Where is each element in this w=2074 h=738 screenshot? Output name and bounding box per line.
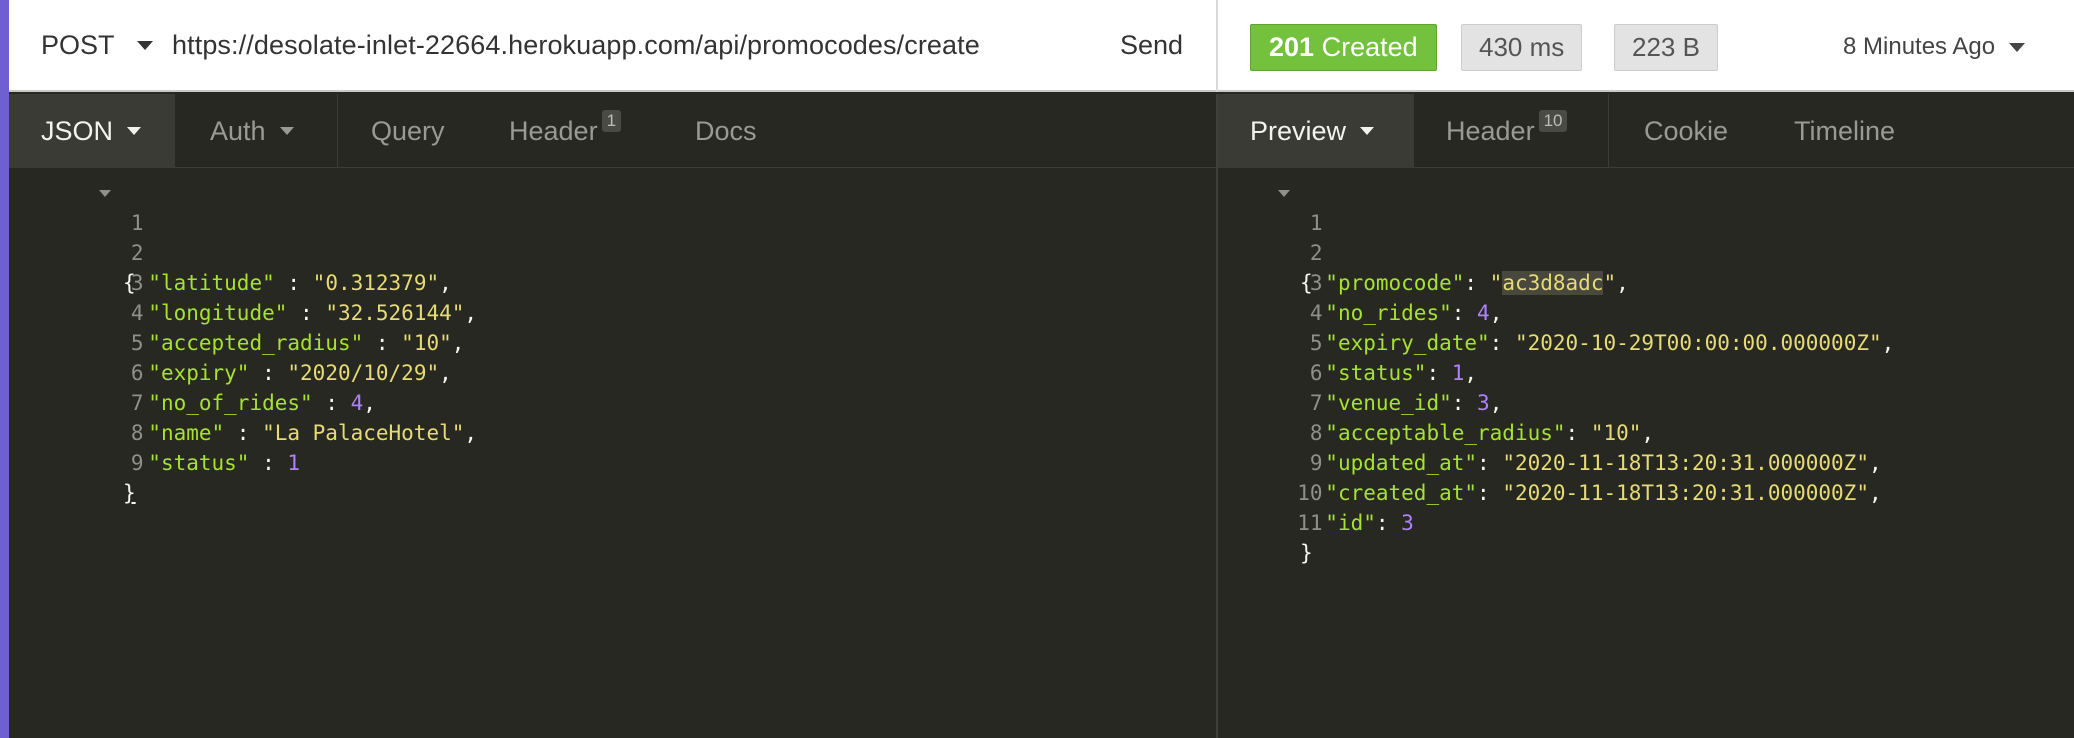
code-line: 7 "acceptable_radius": "10", [1218, 358, 2074, 445]
header-count-badge: 1 [601, 110, 622, 132]
tab-response-header[interactable]: Header 10 [1446, 94, 1568, 168]
tab-docs[interactable]: Docs [695, 94, 757, 168]
tab-label: Cookie [1644, 115, 1729, 146]
tab-label: JSON [41, 115, 114, 146]
method-label: POST [41, 30, 115, 60]
code-line: 8 "updated_at": "2020-11-18T13:20:31.000… [1218, 388, 2074, 475]
code-line: 1 { [1218, 178, 2074, 295]
tab-cookie[interactable]: Cookie [1644, 94, 1728, 168]
code-line: 7 "name" : "La PalaceHotel", [9, 358, 1216, 445]
response-time-badge: 430 ms [1461, 24, 1583, 71]
tab-timeline[interactable]: Timeline [1794, 94, 1895, 168]
chevron-down-icon [127, 127, 142, 135]
window-accent-bar [0, 0, 9, 738]
tab-label: Header [1446, 115, 1535, 146]
request-tab-bar: JSON Auth Query Header 1 Docs [9, 94, 1216, 168]
tab-label: Query [371, 115, 445, 146]
line-number: 9 [130, 451, 144, 475]
code-line: 3 "longitude" : "32.526144", [9, 238, 1216, 325]
tab-header[interactable]: Header 1 [509, 94, 622, 168]
status-text: Created [1321, 32, 1418, 62]
tab-separator [1608, 94, 1609, 168]
response-preview: 1 { 2 "promocode": "ac3d8adc", 3 "no_rid… [1218, 178, 2074, 565]
code-line: 5 "expiry" : "2020/10/29", [9, 298, 1216, 385]
json-value: 3 [1401, 511, 1414, 535]
tab-label: Preview [1250, 115, 1347, 146]
chevron-down-icon [136, 41, 153, 50]
tab-label: Docs [695, 115, 757, 146]
fold-arrow-icon[interactable] [99, 190, 111, 197]
tab-label: Timeline [1794, 115, 1896, 146]
history-label: 8 Minutes Ago [1843, 33, 1996, 60]
json-key: "status" [148, 451, 250, 475]
json-sep: : [249, 451, 288, 475]
fold-arrow-icon[interactable] [1278, 190, 1290, 197]
code-line: 5 "status": 1, [1218, 298, 2074, 385]
send-button[interactable]: Send [1120, 30, 1183, 61]
response-tab-bar: Preview Header 10 Cookie Timeline [1218, 94, 2074, 168]
code-content: "status" : 1 [123, 448, 300, 478]
code-line: 1 { [9, 178, 1216, 295]
tab-label: Auth [210, 115, 266, 146]
code-line: 9 "created_at": "2020-11-18T13:20:31.000… [1218, 418, 2074, 505]
code-line: 8 "status" : 1 [9, 388, 1216, 475]
json-sep: : [1375, 511, 1402, 535]
url-input[interactable]: https://desolate-inlet-22664.herokuapp.c… [172, 30, 980, 61]
top-bar: POST https://desolate-inlet-22664.heroku… [9, 0, 2074, 92]
status-badge: 201 Created [1250, 24, 1437, 71]
status-code: 201 [1269, 32, 1315, 62]
close-brace: } [1300, 541, 1313, 565]
tab-label: Header [509, 115, 598, 146]
pane-divider [1216, 0, 1218, 92]
method-select[interactable]: POST [41, 30, 153, 61]
code-line: 4 "accepted_radius" : "10", [9, 268, 1216, 355]
json-value: 1 [287, 451, 301, 475]
tab-auth[interactable]: Auth [210, 94, 294, 168]
code-line: 10 "id": 3 [1218, 448, 2074, 535]
code-line: 6 "venue_id": 3, [1218, 328, 2074, 415]
code-line: 9 } [9, 418, 1216, 505]
tab-json[interactable]: JSON [9, 94, 175, 168]
json-key: "id" [1325, 511, 1376, 535]
chevron-down-icon [1360, 127, 1375, 135]
code-line: 2 "latitude" : "0.312379", [9, 208, 1216, 295]
history-dropdown[interactable]: 8 Minutes Ago [1843, 33, 2026, 61]
chevron-down-icon [2009, 42, 2026, 52]
code-line: 4 "expiry_date": "2020-10-29T00:00:00.00… [1218, 268, 2074, 355]
tab-preview[interactable]: Preview [1218, 94, 1414, 168]
code-line: 3 "no_rides": 4, [1218, 238, 2074, 325]
line-number: 11 [1297, 511, 1323, 535]
header-count-badge: 10 [1538, 110, 1568, 132]
tab-separator [337, 94, 338, 168]
close-brace: } [123, 481, 136, 505]
code-line: 6 "no_of_rides" : 4, [9, 328, 1216, 415]
code-line: 11 } [1218, 478, 2074, 565]
tab-query[interactable]: Query [371, 94, 445, 168]
chevron-down-icon [279, 127, 294, 135]
response-size-badge: 223 B [1614, 24, 1718, 71]
request-body-editor[interactable]: 1 { 2 "latitude" : "0.312379", 3 "longit… [9, 178, 1216, 505]
code-line: 2 "promocode": "ac3d8adc", [1218, 208, 2074, 295]
